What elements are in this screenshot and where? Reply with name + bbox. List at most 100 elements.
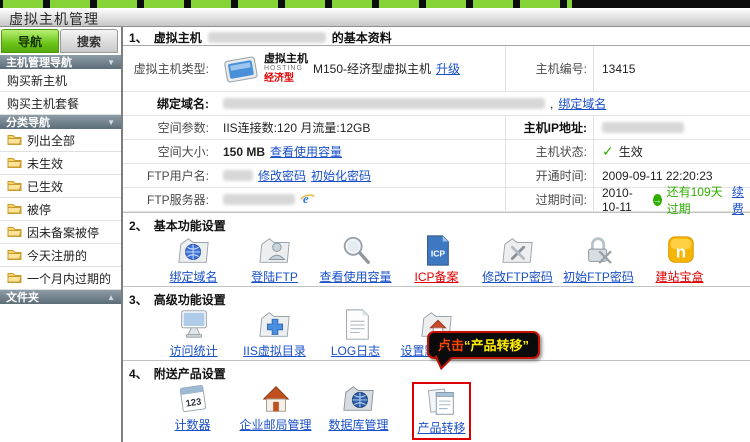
ie-browser-icon[interactable]: e — [300, 191, 315, 209]
section-title-prefix: 虚拟主机 — [154, 29, 202, 46]
sidebar-group-header[interactable]: 主机管理导航▼ — [0, 55, 121, 69]
counter-123-icon[interactable]: 123 — [151, 382, 234, 416]
reset-password-link[interactable]: 初始化密码 — [311, 167, 371, 184]
function-items: 123 计数器 企业邮局管理 数据库管理 产品转移 — [123, 382, 750, 434]
svg-text:ICP: ICP — [430, 249, 445, 259]
folder-plus-icon[interactable] — [234, 308, 315, 342]
sidebar-group-header[interactable]: 文件夹 ▲ — [0, 290, 121, 304]
sidebar-item-label: 列出全部 — [27, 132, 75, 149]
sidebar-item[interactable]: 购买新主机 — [0, 69, 121, 92]
sidebar-group-header[interactable]: 分类导航▼ — [0, 115, 121, 129]
function-item-label[interactable]: 修改FTP密码 — [482, 270, 553, 284]
host-status-text: 生效 — [619, 143, 643, 160]
folder-icon — [7, 133, 22, 148]
icp-document-icon[interactable]: ICP — [396, 234, 477, 268]
upgrade-link[interactable]: 升级 — [436, 60, 460, 77]
function-item-label[interactable]: 绑定域名 — [169, 270, 217, 284]
sidebar-item[interactable]: 未生效 — [0, 152, 121, 175]
function-item[interactable]: 123 计数器 — [151, 382, 234, 433]
chevron-down-icon: ▼ — [107, 58, 115, 67]
function-item[interactable]: 绑定域名 — [153, 234, 234, 285]
section-title: 基本功能设置 — [154, 217, 226, 234]
logo-line1: 虚拟主机 — [264, 54, 308, 64]
folder-tools-icon[interactable] — [477, 234, 558, 268]
title-bar: 虚拟主机管理 — [0, 8, 750, 27]
folder-globe-icon[interactable] — [153, 234, 234, 268]
function-item-label[interactable]: 访问统计 — [169, 344, 217, 358]
function-item-label[interactable]: 计数器 — [174, 418, 210, 432]
sidebar-item[interactable]: 今天注册的 — [0, 244, 121, 267]
document-lines-icon[interactable] — [315, 308, 396, 342]
page-title: 虚拟主机管理 — [0, 8, 750, 29]
highlight-box: 产品转移 — [412, 382, 470, 440]
renew-link[interactable]: 续费 — [732, 183, 750, 217]
sidebar-item-label: 被停 — [27, 201, 51, 218]
sidebar-group-label: 文件夹 — [6, 289, 39, 305]
folder-user-icon[interactable] — [234, 234, 315, 268]
function-item[interactable]: 数据库管理 — [317, 382, 400, 433]
function-item[interactable]: n 建站宝盒 — [639, 234, 720, 285]
function-item[interactable]: 企业邮局管理 — [234, 382, 317, 433]
lock-tools-icon[interactable] — [558, 234, 639, 268]
redacted-domain-title — [208, 32, 326, 43]
view-usage-link[interactable]: 查看使用容量 — [270, 143, 342, 160]
function-item-label[interactable]: 初始FTP密码 — [563, 270, 634, 284]
folder-db-icon[interactable] — [317, 382, 400, 416]
tab-search[interactable]: 搜索 — [60, 29, 118, 53]
sidebar-item-label: 今天注册的 — [27, 247, 87, 264]
function-item-label[interactable]: ICP备案 — [414, 270, 458, 284]
folder-icon — [7, 271, 22, 286]
magnifier-icon[interactable] — [315, 234, 396, 268]
bind-domain-value: , 绑定域名 — [215, 92, 750, 116]
folder-icon — [7, 225, 22, 240]
sidebar-item[interactable]: 列出全部 — [0, 129, 121, 152]
function-item-label[interactable]: 数据库管理 — [328, 418, 388, 432]
section-number: 3、 — [129, 291, 148, 308]
folder-icon — [7, 248, 22, 263]
function-item-label[interactable]: 建站宝盒 — [655, 270, 703, 284]
sidebar-item[interactable]: 已生效 — [0, 175, 121, 198]
sidebar-item[interactable]: 因未备案被停 — [0, 221, 121, 244]
function-item-label[interactable]: 登陆FTP — [251, 270, 298, 284]
function-item-label[interactable]: IIS虚拟目录 — [243, 344, 306, 358]
tab-navigation[interactable]: 导航 — [1, 29, 59, 53]
function-item[interactable]: 初始FTP密码 — [558, 234, 639, 285]
function-item[interactable]: 产品转移 — [400, 382, 483, 440]
function-item[interactable]: LOG日志 — [315, 308, 396, 359]
documents-copy-icon[interactable] — [417, 385, 465, 419]
function-item[interactable]: 访问统计 — [153, 308, 234, 359]
monitor-icon[interactable] — [153, 308, 234, 342]
function-item[interactable]: 登陆FTP — [234, 234, 315, 285]
sidebar-item-label: 已生效 — [27, 178, 63, 195]
function-item[interactable]: IIS虚拟目录 — [234, 308, 315, 359]
n-box-icon[interactable]: n — [639, 234, 720, 268]
function-item-label[interactable]: 查看使用容量 — [319, 270, 391, 284]
host-id-label: 主机编号: — [505, 46, 593, 92]
folder-icon — [7, 179, 22, 194]
function-item-label[interactable]: 企业邮局管理 — [239, 418, 311, 432]
chevron-up-icon: ▲ — [107, 293, 115, 302]
function-item[interactable]: ICP ICP备案 — [396, 234, 477, 285]
sidebar-item[interactable]: 被停 — [0, 198, 121, 221]
sidebar-item[interactable]: 一个月内过期的 — [0, 267, 121, 290]
sidebar-item[interactable]: 购买主机套餐 — [0, 92, 121, 115]
function-item[interactable]: 查看使用容量 — [315, 234, 396, 285]
bind-domain-link[interactable]: 绑定域名 — [558, 95, 606, 112]
sidebar-group-label: 分类导航 — [6, 114, 50, 130]
host-status-value: ✓ 生效 — [593, 140, 750, 164]
function-item-label[interactable]: 产品转移 — [417, 421, 465, 435]
change-password-link[interactable]: 修改密码 — [258, 167, 306, 184]
section-number: 2、 — [129, 217, 148, 234]
section-title-suffix: 的基本资料 — [332, 29, 392, 46]
space-params-label: 空间参数: — [123, 116, 215, 140]
function-item[interactable]: 修改FTP密码 — [477, 234, 558, 285]
host-info-section-header: 1、 虚拟主机 的基本资料 — [123, 27, 750, 46]
top-menu-strip-tabs — [0, 0, 572, 8]
main-content: 1、 虚拟主机 的基本资料 虚拟主机类型: 虚拟主机 HOSTING 经济型 M… — [123, 27, 750, 442]
function-item-label[interactable]: LOG日志 — [331, 344, 380, 358]
section-title: 附送产品设置 — [154, 365, 226, 382]
basic-functions-header: 2、 基本功能设置 — [123, 212, 750, 234]
ftp-user-value: 修改密码 初始化密码 — [215, 164, 505, 188]
house-icon[interactable] — [234, 382, 317, 416]
bundled-products-header: 4、 附送产品设置 — [123, 360, 750, 382]
